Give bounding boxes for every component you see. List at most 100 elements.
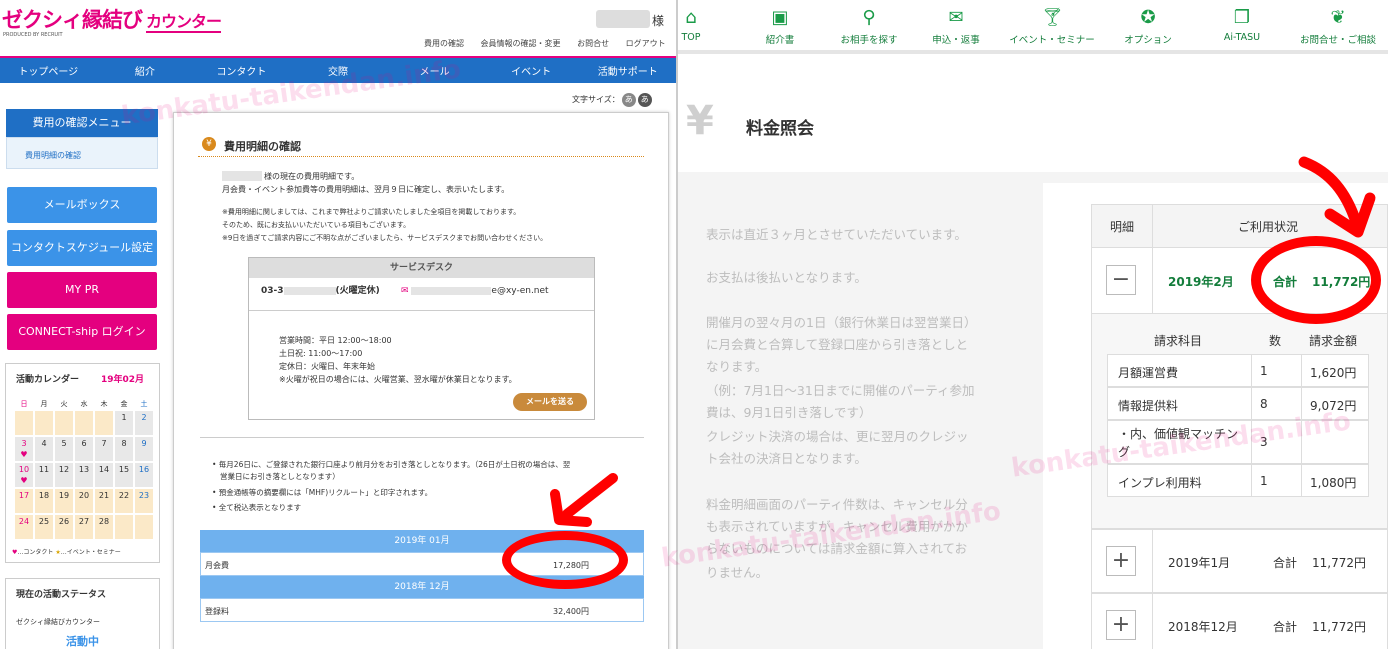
profile-book-icon: ▣ bbox=[771, 7, 789, 28]
calendar-day bbox=[14, 410, 34, 436]
yen-icon: ¥ bbox=[202, 137, 216, 151]
connect-ship-button[interactable]: CONNECT-ship ログイン bbox=[7, 314, 157, 350]
calendar-day bbox=[114, 514, 134, 540]
nav-top[interactable]: ⌂ TOP bbox=[678, 8, 704, 44]
notice-text: 開催月の翌々月の1日（銀行休業日は翌営業日） bbox=[706, 315, 977, 330]
link-member-info[interactable]: 会員情報の確認・変更 bbox=[481, 39, 561, 48]
heart-icon: ♥ bbox=[20, 476, 28, 485]
calendar-weekday: 木 bbox=[94, 396, 114, 410]
yen-icon: ¥ bbox=[686, 98, 714, 144]
calendar-day bbox=[134, 514, 154, 540]
calendar-day[interactable]: 19 bbox=[54, 488, 74, 514]
nav-aitasu[interactable]: ❐ Ai-TASU bbox=[1222, 8, 1262, 44]
nav-event[interactable]: 🍸︎ イベント・セミナー bbox=[1002, 7, 1102, 47]
nav-apply[interactable]: ✉ 申込・返事 bbox=[928, 7, 984, 47]
side-menu-billing[interactable]: 費用明細の確認 bbox=[6, 137, 158, 169]
red-annotation-circle bbox=[1251, 236, 1381, 324]
calendar-day[interactable]: 11 bbox=[34, 462, 54, 488]
calendar-day[interactable]: 27 bbox=[74, 514, 94, 540]
calendar-day[interactable]: 2 bbox=[134, 410, 154, 436]
gnav-contact[interactable]: コンタクト bbox=[193, 63, 290, 78]
calendar-day[interactable]: 24 bbox=[14, 514, 34, 540]
calendar-weekday: 土 bbox=[134, 396, 154, 410]
link-contact[interactable]: お問合せ bbox=[577, 39, 609, 48]
mailbox-button[interactable]: メールボックス bbox=[7, 187, 157, 223]
calendar-day[interactable]: 26 bbox=[54, 514, 74, 540]
calendar-weekday: 金 bbox=[114, 396, 134, 410]
calendar-day[interactable]: 17 bbox=[14, 488, 34, 514]
calendar-day[interactable]: 8 bbox=[114, 436, 134, 462]
notice-text: お支払は後払いとなります。 bbox=[706, 270, 867, 285]
item-amount: 1,620円 bbox=[1310, 366, 1357, 380]
heart-icon: ♥ bbox=[20, 450, 28, 459]
notice-text: （例：7月1日～31日までに開催のパーティ参加 bbox=[706, 383, 975, 398]
activity-calendar: 活動カレンダー 19年02月 日月火水木金土 1 2 3 ♥ 4 5 6 7 8 9 10 ♥ 11 12 1… bbox=[5, 363, 160, 563]
card-title: 費用明細の確認 bbox=[224, 140, 301, 153]
calendar-day[interactable]: 28 bbox=[94, 514, 114, 540]
collapse-button[interactable]: − bbox=[1106, 265, 1136, 295]
gnav-event[interactable]: イベント bbox=[483, 63, 580, 78]
red-annotation-arrow bbox=[550, 473, 618, 527]
email-address: ✉ e@xy-en.net bbox=[401, 286, 549, 296]
my-pr-button[interactable]: MY PR bbox=[7, 272, 157, 308]
nav-profile[interactable]: ▣ 紹介書 bbox=[758, 7, 802, 47]
notice-text: 費は、9月1日引き落しです） bbox=[706, 405, 872, 420]
gnav-intro[interactable]: 紹介 bbox=[97, 63, 194, 78]
calendar-day[interactable]: 25 bbox=[34, 514, 54, 540]
gnav-support[interactable]: 活動サポート bbox=[579, 63, 676, 78]
mail-icon: ✉ bbox=[948, 7, 964, 28]
calendar-day[interactable]: 5 bbox=[54, 436, 74, 462]
calendar-day[interactable]: 23 bbox=[134, 488, 154, 514]
calendar-day bbox=[94, 410, 114, 436]
calendar-weekday: 火 bbox=[54, 396, 74, 410]
calendar-day[interactable]: 3 ♥ bbox=[14, 436, 34, 462]
font-size-control: 文字サイズ：ああ bbox=[572, 93, 652, 107]
calendar-day[interactable]: 10 ♥ bbox=[14, 462, 34, 488]
calendar-day[interactable]: 1 bbox=[114, 410, 134, 436]
link-logout[interactable]: ログアウト bbox=[626, 39, 666, 48]
calendar-day[interactable]: 22 bbox=[114, 488, 134, 514]
header-usage: ご利用状況 bbox=[1238, 220, 1299, 234]
calendar-day[interactable]: 18 bbox=[34, 488, 54, 514]
name-blurred bbox=[222, 171, 262, 181]
calendar-day[interactable]: 16 bbox=[134, 462, 154, 488]
calendar-day[interactable]: 9 bbox=[134, 436, 154, 462]
calendar-weekday: 月 bbox=[34, 396, 54, 410]
expand-button[interactable]: + bbox=[1106, 546, 1136, 576]
calendar-weekday: 日 bbox=[14, 396, 34, 410]
calendar-title: 活動カレンダー bbox=[16, 375, 80, 385]
brand-logo[interactable]: ゼクシィ縁結び カウンター bbox=[2, 4, 222, 34]
font-small-button[interactable]: あ bbox=[621, 93, 636, 107]
top-links: 費用の確認 会員情報の確認・変更 お問合せ ログアウト bbox=[410, 38, 666, 49]
bill-amount: 32,400円 bbox=[553, 607, 589, 616]
cocktail-icon: 🍸︎ bbox=[1041, 7, 1064, 28]
billing-item-row: 月額運営費 1 1,620円 bbox=[1107, 354, 1369, 387]
produced-by-text: PRODUCED BY RECRUIT bbox=[3, 32, 63, 38]
nav-search[interactable]: ⚲ お相手を探す bbox=[836, 8, 902, 47]
status-value: 活動中 bbox=[66, 635, 99, 648]
calendar-day[interactable]: 6 bbox=[74, 436, 94, 462]
font-large-button[interactable]: あ bbox=[637, 93, 652, 107]
nav-consult[interactable]: ❦ お問合せ・ご相談 bbox=[1292, 8, 1384, 47]
calendar-day[interactable]: 21 bbox=[94, 488, 114, 514]
link-billing[interactable]: 費用の確認 bbox=[424, 39, 464, 48]
nav-option[interactable]: ✪ オプション bbox=[1122, 8, 1174, 47]
calendar-day bbox=[54, 410, 74, 436]
calendar-day[interactable]: 4 bbox=[34, 436, 54, 462]
calendar-day[interactable]: 13 bbox=[74, 462, 94, 488]
item-qty: 1 bbox=[1260, 474, 1268, 488]
contact-schedule-button[interactable]: コンタクトスケジュール設定 bbox=[7, 230, 157, 266]
expand-button[interactable]: + bbox=[1106, 610, 1136, 640]
item-qty: 8 bbox=[1260, 397, 1268, 411]
calendar-day[interactable]: 20 bbox=[74, 488, 94, 514]
send-mail-button[interactable]: メールを送る bbox=[513, 393, 587, 411]
notice-text: に月会費と合算して登録口座から引き落としと bbox=[706, 337, 969, 352]
calendar-day[interactable]: 14 bbox=[94, 462, 114, 488]
phone-number: 03-3 (火曜定休) bbox=[261, 286, 380, 296]
item-amount: 1,080円 bbox=[1310, 476, 1357, 490]
billing-item-row: インプレ利用料 1 1,080円 bbox=[1107, 464, 1369, 497]
calendar-day[interactable]: 7 bbox=[94, 436, 114, 462]
calendar-day[interactable]: 12 bbox=[54, 462, 74, 488]
gnav-top[interactable]: トップページ bbox=[0, 63, 97, 78]
calendar-day[interactable]: 15 bbox=[114, 462, 134, 488]
